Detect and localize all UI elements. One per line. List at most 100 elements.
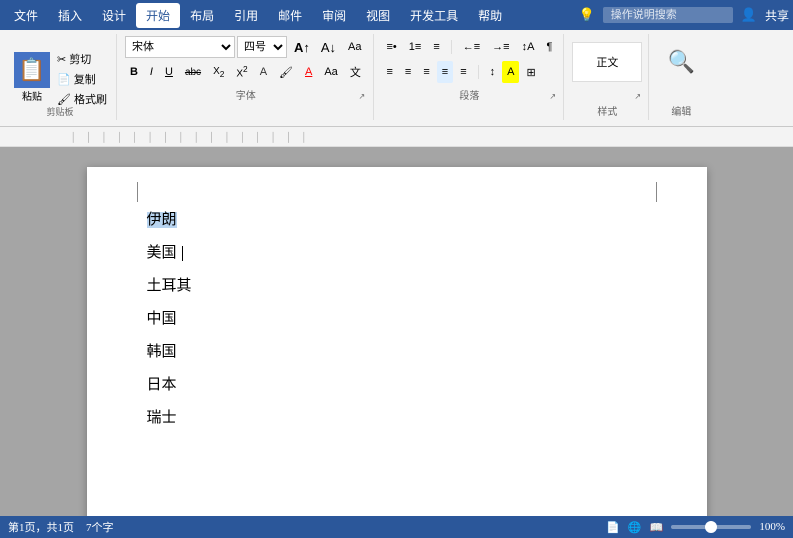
text-japan: 日本 — [147, 377, 177, 393]
decrease-indent-btn[interactable]: ←≡ — [458, 36, 485, 58]
menu-dev[interactable]: 开发工具 — [400, 3, 468, 28]
font-name-select[interactable]: 宋体 — [125, 36, 235, 58]
bullets-btn[interactable]: ≡• — [382, 36, 402, 58]
numbering-btn[interactable]: 1≡ — [404, 36, 427, 58]
text-turkey: 土耳其 — [147, 278, 192, 294]
text-swiss: 瑞士 — [147, 410, 177, 426]
para-row1: ≡• 1≡ ≡ ←≡ →≡ ↕A ¶ — [382, 36, 558, 58]
clear-format-btn[interactable]: Aa — [343, 36, 366, 58]
menu-view[interactable]: 视图 — [356, 3, 400, 28]
paste-button[interactable]: 📋 粘贴 — [10, 50, 54, 105]
line-usa: 美国 — [147, 240, 647, 267]
text-effects-btn[interactable]: A — [255, 61, 272, 83]
menu-layout[interactable]: 布局 — [180, 3, 224, 28]
bold-btn[interactable]: B — [125, 61, 143, 83]
border-btn[interactable]: ⊞ — [521, 61, 540, 83]
ruler: │ │ │ │ │ │ │ │ │ │ │ │ │ │ │ │ — [0, 127, 793, 147]
ribbon-content: 📋 粘贴 ✂剪切 📄复制 🖌格式刷 剪贴板 宋体 四号 — [0, 32, 793, 122]
page-margin-right — [656, 182, 657, 202]
font-color-btn[interactable]: A — [300, 61, 317, 83]
line-korea: 韩国 — [147, 339, 647, 366]
phonetic-btn[interactable]: 文 — [345, 61, 366, 83]
align-left-btn[interactable]: ≡ — [382, 61, 398, 83]
group-font: 宋体 四号 A↑ A↓ Aa B I U abc X2 — [119, 34, 374, 120]
strikethrough-btn[interactable]: abc — [180, 61, 206, 83]
text-usa: 美国 — [147, 245, 177, 261]
paste-label: 粘贴 — [22, 88, 42, 103]
align-right-btn[interactable]: ≡ — [418, 61, 434, 83]
decrease-font-btn[interactable]: A↓ — [316, 36, 341, 58]
zoom-level[interactable]: 100% — [759, 521, 785, 533]
size-adjust-btns: A↑ A↓ — [289, 36, 341, 58]
group-styles: 正文 样式 ↗ — [566, 34, 649, 120]
line-swiss: 瑞士 — [147, 405, 647, 432]
sort-btn[interactable]: ↕A — [517, 36, 540, 58]
styles-group-label: 样式 — [597, 101, 617, 118]
line-turkey: 土耳其 — [147, 273, 647, 300]
paste-icon: 📋 — [14, 52, 50, 88]
view-read-icon[interactable]: 📖 — [650, 521, 664, 534]
justify-btn[interactable]: ≡ — [437, 61, 453, 83]
font-controls: 宋体 四号 A↑ A↓ Aa B I U abc X2 — [125, 36, 367, 85]
menu-design[interactable]: 设计 — [92, 3, 136, 28]
line-china: 中国 — [147, 306, 647, 333]
view-print-icon[interactable]: 📄 — [606, 521, 620, 534]
zoom-slider[interactable] — [671, 525, 751, 529]
search-input[interactable] — [603, 7, 733, 23]
share-label[interactable]: 共享 — [765, 7, 789, 24]
page-margin-left — [137, 182, 138, 202]
text-korea: 韩国 — [147, 344, 177, 360]
page-content[interactable]: 伊朗 美国 土耳其 中国 韩国 日本 瑞士 — [147, 207, 647, 432]
distribute-btn[interactable]: ≡ — [455, 61, 471, 83]
superscript-btn[interactable]: X2 — [231, 61, 252, 83]
increase-indent-btn[interactable]: →≡ — [487, 36, 514, 58]
line-iran: 伊朗 — [147, 207, 647, 234]
find-replace-icon[interactable]: 🔍 — [668, 49, 695, 75]
line-japan: 日本 — [147, 372, 647, 399]
subscript-btn[interactable]: X2 — [208, 61, 229, 83]
styles-gallery[interactable]: 正文 — [572, 42, 642, 82]
multilevel-btn[interactable]: ≡ — [428, 36, 444, 58]
styles-area: 正文 — [572, 36, 642, 88]
align-center-btn[interactable]: ≡ — [400, 61, 416, 83]
font-group-expand[interactable]: ↗ — [359, 92, 371, 104]
para-group-label: 段落 — [459, 85, 479, 102]
text-china: 中国 — [147, 311, 177, 327]
menu-right: 💡 👤 共享 — [579, 7, 789, 24]
editing-group-label: 编辑 — [671, 101, 691, 118]
menu-home[interactable]: 开始 — [136, 3, 180, 28]
lightbulb-icon: 💡 — [579, 7, 595, 23]
editing-area: 🔍 — [668, 36, 695, 88]
para-group-expand[interactable]: ↗ — [549, 92, 561, 104]
clipboard-small-btns: ✂剪切 📄复制 🖌格式刷 — [54, 46, 110, 108]
text-iran: 伊朗 — [147, 212, 177, 228]
page: 伊朗 美国 土耳其 中国 韩国 日本 瑞士 — [87, 167, 707, 516]
menu-file[interactable]: 文件 — [4, 3, 48, 28]
menu-references[interactable]: 引用 — [224, 3, 268, 28]
menu-review[interactable]: 审阅 — [312, 3, 356, 28]
font-size-select[interactable]: 四号 — [237, 36, 287, 58]
clipboard-label: 剪贴板 — [46, 105, 73, 118]
underline-btn[interactable]: U — [160, 61, 178, 83]
font-color2-btn[interactable]: Aa — [319, 61, 342, 83]
font-group-label: 字体 — [236, 85, 256, 102]
menu-insert[interactable]: 插入 — [48, 3, 92, 28]
para-divider2 — [478, 65, 479, 78]
para-controls: ≡• 1≡ ≡ ←≡ →≡ ↕A ¶ ≡ ≡ ≡ ≡ ≡ ↕ — [382, 36, 558, 85]
styles-group-expand[interactable]: ↗ — [634, 92, 646, 104]
font-row2: B I U abc X2 X2 A 🖌 A Aa 文 — [125, 61, 366, 83]
highlight-btn[interactable]: 🖌 — [274, 61, 298, 83]
copy-button[interactable]: 📄复制 — [54, 70, 110, 88]
menu-mail[interactable]: 邮件 — [268, 3, 312, 28]
menu-bar: 文件 插入 设计 开始 布局 引用 邮件 审阅 视图 开发工具 帮助 💡 👤 共… — [0, 0, 793, 30]
italic-btn[interactable]: I — [145, 61, 158, 83]
menu-help[interactable]: 帮助 — [468, 3, 512, 28]
cut-button[interactable]: ✂剪切 — [54, 50, 110, 68]
increase-font-btn[interactable]: A↑ — [289, 36, 315, 58]
group-paragraph: ≡• 1≡ ≡ ←≡ →≡ ↕A ¶ ≡ ≡ ≡ ≡ ≡ ↕ — [376, 34, 565, 120]
group-editing: 🔍 编辑 — [651, 34, 711, 120]
shading-btn[interactable]: A — [502, 61, 519, 83]
show-marks-btn[interactable]: ¶ — [541, 36, 557, 58]
view-web-icon[interactable]: 🌐 — [628, 521, 642, 534]
line-spacing-btn[interactable]: ↕ — [485, 61, 501, 83]
